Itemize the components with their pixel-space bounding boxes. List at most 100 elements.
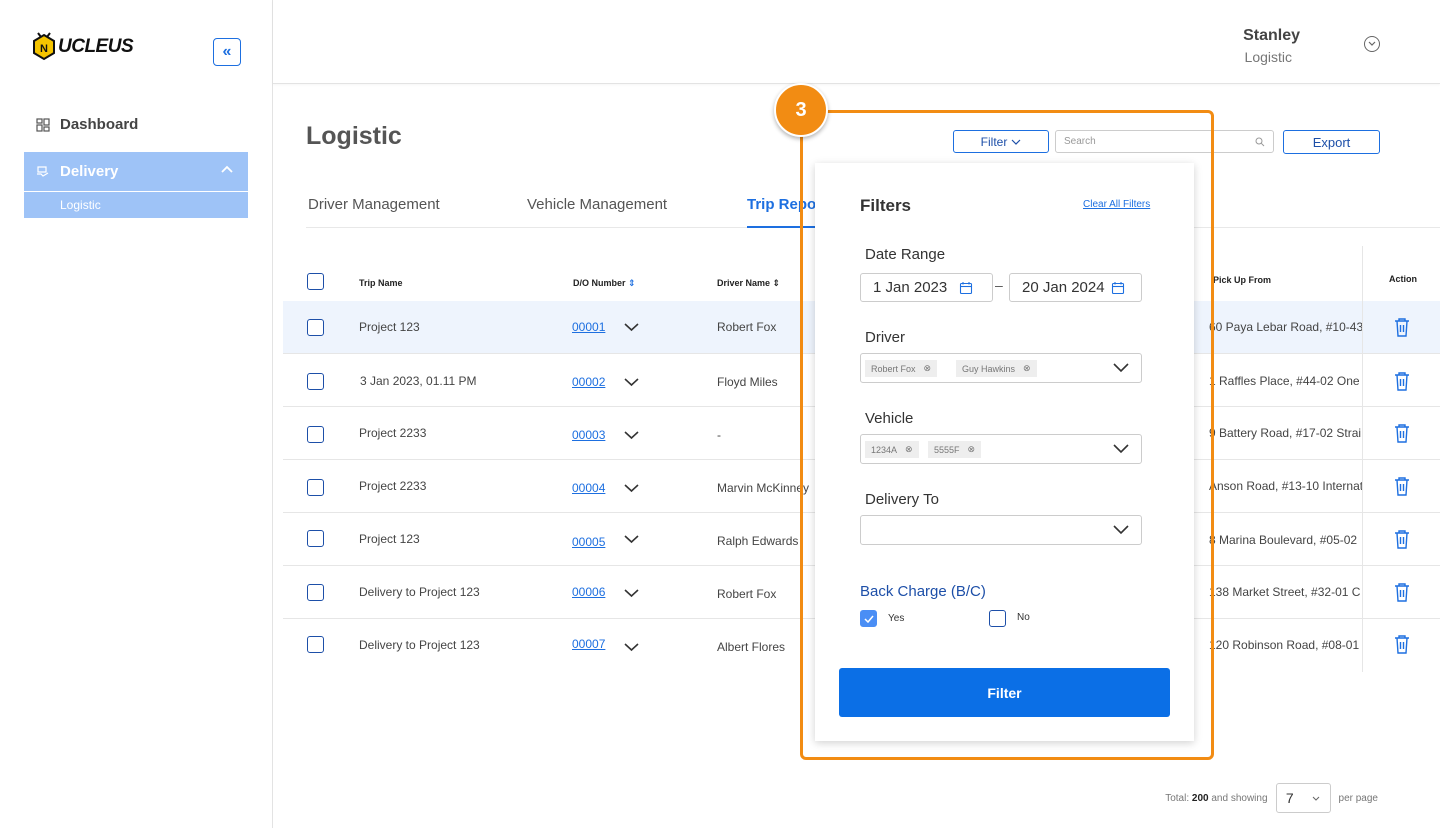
pick-up-cell: 60 Paya Lebar Road, #10-43 — [1209, 320, 1363, 334]
column-header-trip-name[interactable]: Trip Name — [359, 278, 403, 288]
calendar-icon — [960, 281, 973, 294]
back-charge-no-label: No — [1017, 612, 1030, 623]
pick-up-cell: 9 Battery Road, #17-02 Strai — [1209, 426, 1362, 440]
user-menu-chevron-icon[interactable] — [1364, 36, 1380, 52]
delete-trash-icon[interactable] — [1393, 476, 1411, 496]
driver-name-cell: Ralph Edwards — [717, 534, 799, 548]
driver-chip: Guy Hawkins ⊗ — [956, 360, 1037, 377]
expand-row-chevron-icon[interactable] — [624, 431, 639, 440]
tab-driver-management[interactable]: Driver Management — [308, 196, 440, 213]
user-role: Logistic — [1244, 49, 1292, 65]
do-number-link[interactable]: 00001 — [572, 320, 605, 334]
driver-name-cell: Marvin McKinney — [717, 481, 810, 495]
sidebar-item-dashboard[interactable]: Dashboard — [36, 116, 138, 133]
do-number-link[interactable]: 00006 — [572, 585, 605, 599]
do-number-link[interactable]: 00007 — [572, 637, 605, 651]
remove-chip-icon[interactable]: ⊗ — [905, 444, 913, 455]
column-header-driver-name[interactable]: Driver Name ⇕ — [717, 278, 780, 289]
pick-up-cell: 8 Marina Boulevard, #05-02 — [1209, 533, 1358, 547]
apply-filter-button[interactable]: Filter — [839, 668, 1170, 717]
column-header-action: Action — [1389, 274, 1417, 284]
remove-chip-icon[interactable]: ⊗ — [924, 363, 932, 374]
row-checkbox[interactable] — [307, 319, 324, 336]
trip-name-cell: Project 123 — [359, 532, 420, 546]
driver-name-cell: - — [717, 428, 721, 442]
sidebar-item-delivery[interactable]: Delivery — [24, 152, 248, 191]
chip-label: Robert Fox — [871, 363, 916, 374]
chip-label: 1234A — [871, 444, 898, 455]
date-to-value: 20 Jan 2024 — [1022, 279, 1105, 296]
sidebar: N UCLEUS « Dashboard Delivery Logistic — [0, 0, 273, 828]
driver-chip: Robert Fox ⊗ — [865, 360, 938, 377]
logo[interactable]: N UCLEUS — [32, 32, 134, 62]
per-page-label: per page — [1338, 792, 1378, 804]
column-header-do-number[interactable]: D/O Number ⇕ — [573, 278, 636, 289]
delete-trash-icon[interactable] — [1393, 423, 1411, 443]
expand-row-chevron-icon[interactable] — [624, 535, 639, 544]
showing-text: and showing — [1211, 792, 1268, 804]
action-column-divider — [1362, 246, 1363, 672]
select-all-checkbox[interactable] — [307, 273, 324, 290]
vehicle-select[interactable]: 1234A ⊗ 5555F ⊗ — [860, 434, 1142, 464]
expand-row-chevron-icon[interactable] — [624, 589, 639, 598]
sidebar-item-label: Delivery — [60, 163, 119, 180]
delivery-to-select[interactable] — [860, 515, 1142, 545]
delete-trash-icon[interactable] — [1393, 634, 1411, 654]
column-header-label: Driver Name — [717, 278, 771, 288]
expand-row-chevron-icon[interactable] — [624, 643, 639, 652]
back-charge-yes-checkbox[interactable] — [860, 610, 877, 627]
date-to-input[interactable]: 20 Jan 2024 — [1009, 273, 1142, 302]
date-from-input[interactable]: 1 Jan 2023 — [860, 273, 993, 302]
delete-trash-icon[interactable] — [1393, 582, 1411, 602]
sort-icon[interactable]: ⇕ — [773, 278, 781, 288]
expand-row-chevron-icon[interactable] — [624, 323, 639, 332]
total-count: 200 — [1191, 792, 1209, 804]
sidebar-subitem-logistic[interactable]: Logistic — [24, 192, 248, 218]
pick-up-cell: 120 Robinson Road, #08-01 — [1209, 638, 1360, 652]
filter-panel-title: Filters — [860, 196, 912, 215]
row-checkbox[interactable] — [307, 530, 324, 547]
delete-trash-icon[interactable] — [1393, 317, 1411, 337]
back-charge-no-checkbox[interactable] — [989, 610, 1006, 627]
do-number-link[interactable]: 00002 — [572, 375, 605, 389]
delivery-to-label: Delivery To — [865, 491, 939, 508]
driver-select[interactable]: Robert Fox ⊗ Guy Hawkins ⊗ — [860, 353, 1142, 383]
sort-icon[interactable]: ⇕ — [628, 278, 636, 288]
expand-row-chevron-icon[interactable] — [624, 378, 639, 387]
search-icon — [1255, 137, 1265, 146]
row-checkbox[interactable] — [307, 636, 324, 653]
pick-up-cell: 1 Raffles Place, #44-02 One — [1209, 374, 1360, 388]
date-range-separator: – — [995, 277, 1003, 293]
page-size-select[interactable]: 7 — [1275, 783, 1331, 813]
back-charge-yes-label: Yes — [888, 613, 905, 624]
row-checkbox[interactable] — [307, 584, 324, 601]
chip-label: 5555F — [934, 444, 960, 455]
column-header-pick-up-from[interactable]: Pick Up From — [1213, 275, 1271, 285]
page-title: Logistic — [306, 122, 402, 150]
date-from-value: 1 Jan 2023 — [873, 279, 948, 296]
do-number-link[interactable]: 00005 — [572, 535, 605, 549]
driver-name-cell: Robert Fox — [717, 587, 777, 601]
do-number-link[interactable]: 00004 — [572, 481, 605, 495]
expand-row-chevron-icon[interactable] — [624, 484, 639, 493]
tab-vehicle-management[interactable]: Vehicle Management — [527, 196, 667, 213]
row-checkbox[interactable] — [307, 426, 324, 443]
row-checkbox[interactable] — [307, 373, 324, 390]
step-badge: 3 — [774, 83, 828, 137]
remove-chip-icon[interactable]: ⊗ — [968, 444, 976, 455]
chevron-down-icon — [1113, 525, 1129, 535]
clear-all-filters-link[interactable]: Clear All Filters — [1083, 199, 1150, 210]
user-name: Stanley — [1243, 27, 1300, 44]
remove-chip-icon[interactable]: ⊗ — [1023, 363, 1031, 374]
delete-trash-icon[interactable] — [1393, 371, 1411, 391]
filter-panel: Filters Clear All Filters Date Range 1 J… — [815, 163, 1194, 741]
do-number-link[interactable]: 00003 — [572, 428, 605, 442]
export-button[interactable]: Export — [1283, 130, 1380, 154]
delete-trash-icon[interactable] — [1393, 529, 1411, 549]
driver-name-cell: Albert Flores — [717, 640, 786, 654]
row-checkbox[interactable] — [307, 479, 324, 496]
trip-name-cell: Delivery to Project 123 — [359, 638, 480, 652]
collapse-sidebar-button[interactable]: « — [213, 38, 241, 66]
top-bar: Stanley Logistic — [273, 0, 1440, 84]
date-range-label: Date Range — [865, 246, 946, 263]
